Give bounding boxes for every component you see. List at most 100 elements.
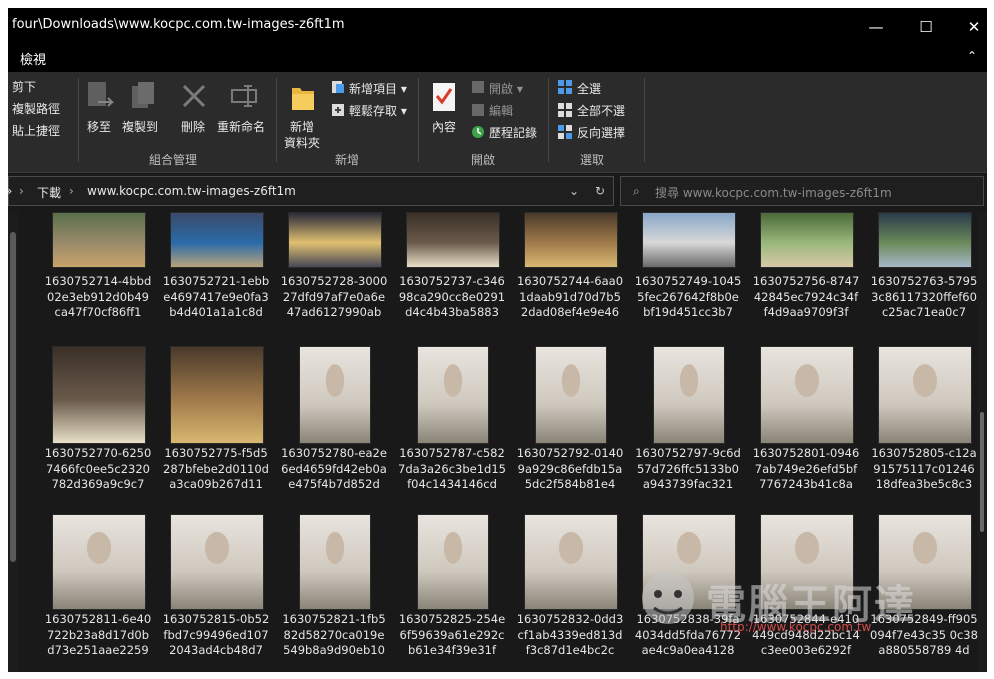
- scroll-thumb[interactable]: [10, 232, 16, 562]
- ribbon-separator: [418, 78, 419, 162]
- file-item[interactable]: 1630752805-c12a91575117c0124618dfea3be5c…: [870, 346, 978, 512]
- file-item[interactable]: 1630752770-62507466fc0ee5c2320782d369a9c…: [44, 346, 152, 512]
- file-thumbnail[interactable]: [170, 514, 264, 610]
- file-item[interactable]: 1630752737-c34698ca290cc8e0291d4c4b43ba5…: [398, 212, 506, 340]
- file-item[interactable]: 1630752721-1ebbe4697417e9e0fa3b4d401a1a1…: [162, 212, 270, 340]
- file-thumbnail[interactable]: [760, 514, 854, 610]
- file-thumbnail[interactable]: [760, 346, 854, 444]
- file-item[interactable]: 1630752714-4bbd02e3eb912d0b49ca47f70cf86…: [44, 212, 152, 340]
- file-thumbnail[interactable]: [878, 212, 972, 268]
- file-thumbnail[interactable]: [878, 346, 972, 444]
- minimize-button[interactable]: —: [853, 8, 899, 46]
- maximize-button[interactable]: ☐: [903, 8, 949, 46]
- file-item[interactable]: 1630752811-6e40722b23a8d17d0bd73e251aae2…: [44, 514, 152, 672]
- file-thumbnail[interactable]: [653, 346, 725, 444]
- open-icon[interactable]: [470, 79, 486, 99]
- file-item[interactable]: 1630752801-09467ab749e26efd5bf7767243b41…: [752, 346, 860, 512]
- file-item[interactable]: 1630752825-254e6f59639a61e292cb61e34f39e…: [398, 514, 506, 672]
- delete-button[interactable]: 刪除: [181, 118, 205, 135]
- copy-to-button[interactable]: 複製到: [122, 118, 158, 135]
- file-item[interactable]: 1630752787-c5827da3a26c3be1d15f04c143414…: [398, 346, 506, 512]
- file-thumbnail[interactable]: [52, 212, 146, 268]
- new-item-button[interactable]: 新增項目 ▾: [349, 80, 407, 97]
- file-item[interactable]: 1630752844-e410449cd948d22bc14c3ee003e62…: [752, 514, 860, 672]
- edit-icon[interactable]: [470, 102, 486, 122]
- file-thumbnail[interactable]: [878, 514, 972, 610]
- file-item[interactable]: 1630752849-ff905094f7e43c35 0c38a8805587…: [870, 514, 978, 672]
- file-thumbnail[interactable]: [417, 346, 489, 444]
- file-item[interactable]: 1630752838-39fa4034dd5fda76772ae4c9a0ea4…: [634, 514, 742, 672]
- rename-icon[interactable]: [230, 84, 260, 112]
- file-item[interactable]: 1630752744-6aa01daab91d70d7b52dad08ef4e9…: [516, 212, 624, 340]
- easy-access-button[interactable]: 輕鬆存取 ▾: [349, 102, 407, 119]
- copy-to-icon[interactable]: [130, 80, 158, 116]
- file-thumbnail[interactable]: [170, 212, 264, 268]
- collapse-ribbon-icon[interactable]: ⌃: [967, 49, 977, 63]
- cut-button[interactable]: 剪下: [12, 78, 36, 95]
- file-name: 1630752756-874742845ec7924c34ff4d9aa9709…: [752, 274, 860, 319]
- breadcrumb-downloads[interactable]: 下載: [37, 184, 61, 201]
- select-all-button[interactable]: 全選: [577, 80, 601, 97]
- rename-button[interactable]: 重新命名: [217, 118, 265, 135]
- content-scrollbar[interactable]: [977, 212, 987, 672]
- properties-button[interactable]: 內容: [432, 118, 456, 135]
- file-item[interactable]: 1630752749-10455fec267642f8b0ebf19d451cc…: [634, 212, 742, 340]
- close-button[interactable]: ✕: [951, 8, 987, 46]
- address-bar[interactable]: » › 下載 › www.kocpc.com.tw-images-z6ft1m …: [8, 176, 614, 206]
- refresh-icon[interactable]: ↻: [595, 184, 605, 198]
- file-thumbnail[interactable]: [760, 212, 854, 268]
- file-item[interactable]: 1630752780-ea2e6ed4659fd42eb0ae475f4b7d8…: [280, 346, 388, 512]
- file-item[interactable]: 1630752821-1fb582d58270ca019e549b8a9d90e…: [280, 514, 388, 672]
- file-item[interactable]: 1630752728-300027dfd97af7e0a6e47ad612799…: [280, 212, 388, 340]
- breadcrumb-current-folder[interactable]: www.kocpc.com.tw-images-z6ft1m: [87, 184, 296, 198]
- search-placeholder[interactable]: 搜尋 www.kocpc.com.tw-images-z6ft1m: [655, 184, 892, 201]
- file-thumbnail[interactable]: [288, 212, 382, 268]
- file-thumbnail[interactable]: [170, 346, 264, 444]
- file-item[interactable]: 1630752797-9c6d57d726ffc5133b0a943739fac…: [634, 346, 742, 512]
- breadcrumb-root-chevron[interactable]: »: [8, 184, 12, 198]
- select-none-button[interactable]: 全部不選: [577, 102, 625, 119]
- file-item[interactable]: 1630752815-0b52fbd7c99496ed1072043ad4cb4…: [162, 514, 270, 672]
- scroll-thumb[interactable]: [980, 412, 984, 532]
- paste-shortcut-button[interactable]: 貼上捷徑: [12, 122, 60, 139]
- chevron-down-icon[interactable]: ⌄: [569, 184, 579, 198]
- file-thumbnail[interactable]: [524, 514, 618, 610]
- invert-selection-button[interactable]: 反向選擇: [577, 124, 625, 141]
- invert-selection-icon[interactable]: [557, 124, 573, 144]
- history-button[interactable]: 歷程記錄: [489, 124, 537, 141]
- move-to-button[interactable]: 移至: [87, 118, 111, 135]
- copy-path-button[interactable]: 複製路徑: [12, 100, 60, 117]
- edit-button[interactable]: 編輯: [489, 102, 513, 119]
- nav-pane-scrollbar[interactable]: [8, 212, 18, 672]
- file-thumbnail[interactable]: [52, 514, 146, 610]
- easy-access-icon[interactable]: [330, 102, 346, 122]
- file-item[interactable]: 1630752792-01409a929c86efdb15a5dc2f584b8…: [516, 346, 624, 512]
- new-item-label: 新增項目: [349, 82, 398, 96]
- delete-icon[interactable]: [180, 82, 208, 114]
- tab-view[interactable]: 檢視: [20, 49, 46, 68]
- file-item[interactable]: 1630752763-57953c86117320ffef60c25ac71ea…: [870, 212, 978, 340]
- move-to-icon[interactable]: [86, 80, 115, 116]
- file-thumbnail[interactable]: [524, 212, 618, 268]
- file-thumbnail[interactable]: [535, 346, 607, 444]
- file-item[interactable]: 1630752775-f5d5287bfebe2d0110da3ca09b267…: [162, 346, 270, 512]
- new-item-icon[interactable]: [330, 79, 346, 99]
- file-item[interactable]: 1630752756-874742845ec7924c34ff4d9aa9709…: [752, 212, 860, 340]
- new-folder-label-2[interactable]: 資料夾: [284, 134, 320, 151]
- file-thumbnail[interactable]: [299, 514, 371, 610]
- file-thumbnail[interactable]: [642, 514, 736, 610]
- search-box[interactable]: ⌕ 搜尋 www.kocpc.com.tw-images-z6ft1m: [620, 176, 984, 206]
- properties-icon[interactable]: [432, 82, 456, 116]
- file-thumbnail[interactable]: [417, 514, 489, 610]
- new-folder-label-1[interactable]: 新增: [290, 118, 314, 135]
- open-button[interactable]: 開啟 ▾: [489, 80, 523, 97]
- file-item[interactable]: 1630752832-0dd3cf1ab4339ed813df3c87d1e4b…: [516, 514, 624, 672]
- select-all-icon[interactable]: [557, 79, 573, 99]
- file-thumbnail[interactable]: [52, 346, 146, 444]
- file-thumbnail[interactable]: [642, 212, 736, 268]
- history-icon[interactable]: [470, 124, 486, 144]
- select-none-icon[interactable]: [557, 102, 573, 122]
- new-folder-icon[interactable]: [290, 82, 316, 116]
- file-thumbnail[interactable]: [406, 212, 500, 268]
- file-thumbnail[interactable]: [299, 346, 371, 444]
